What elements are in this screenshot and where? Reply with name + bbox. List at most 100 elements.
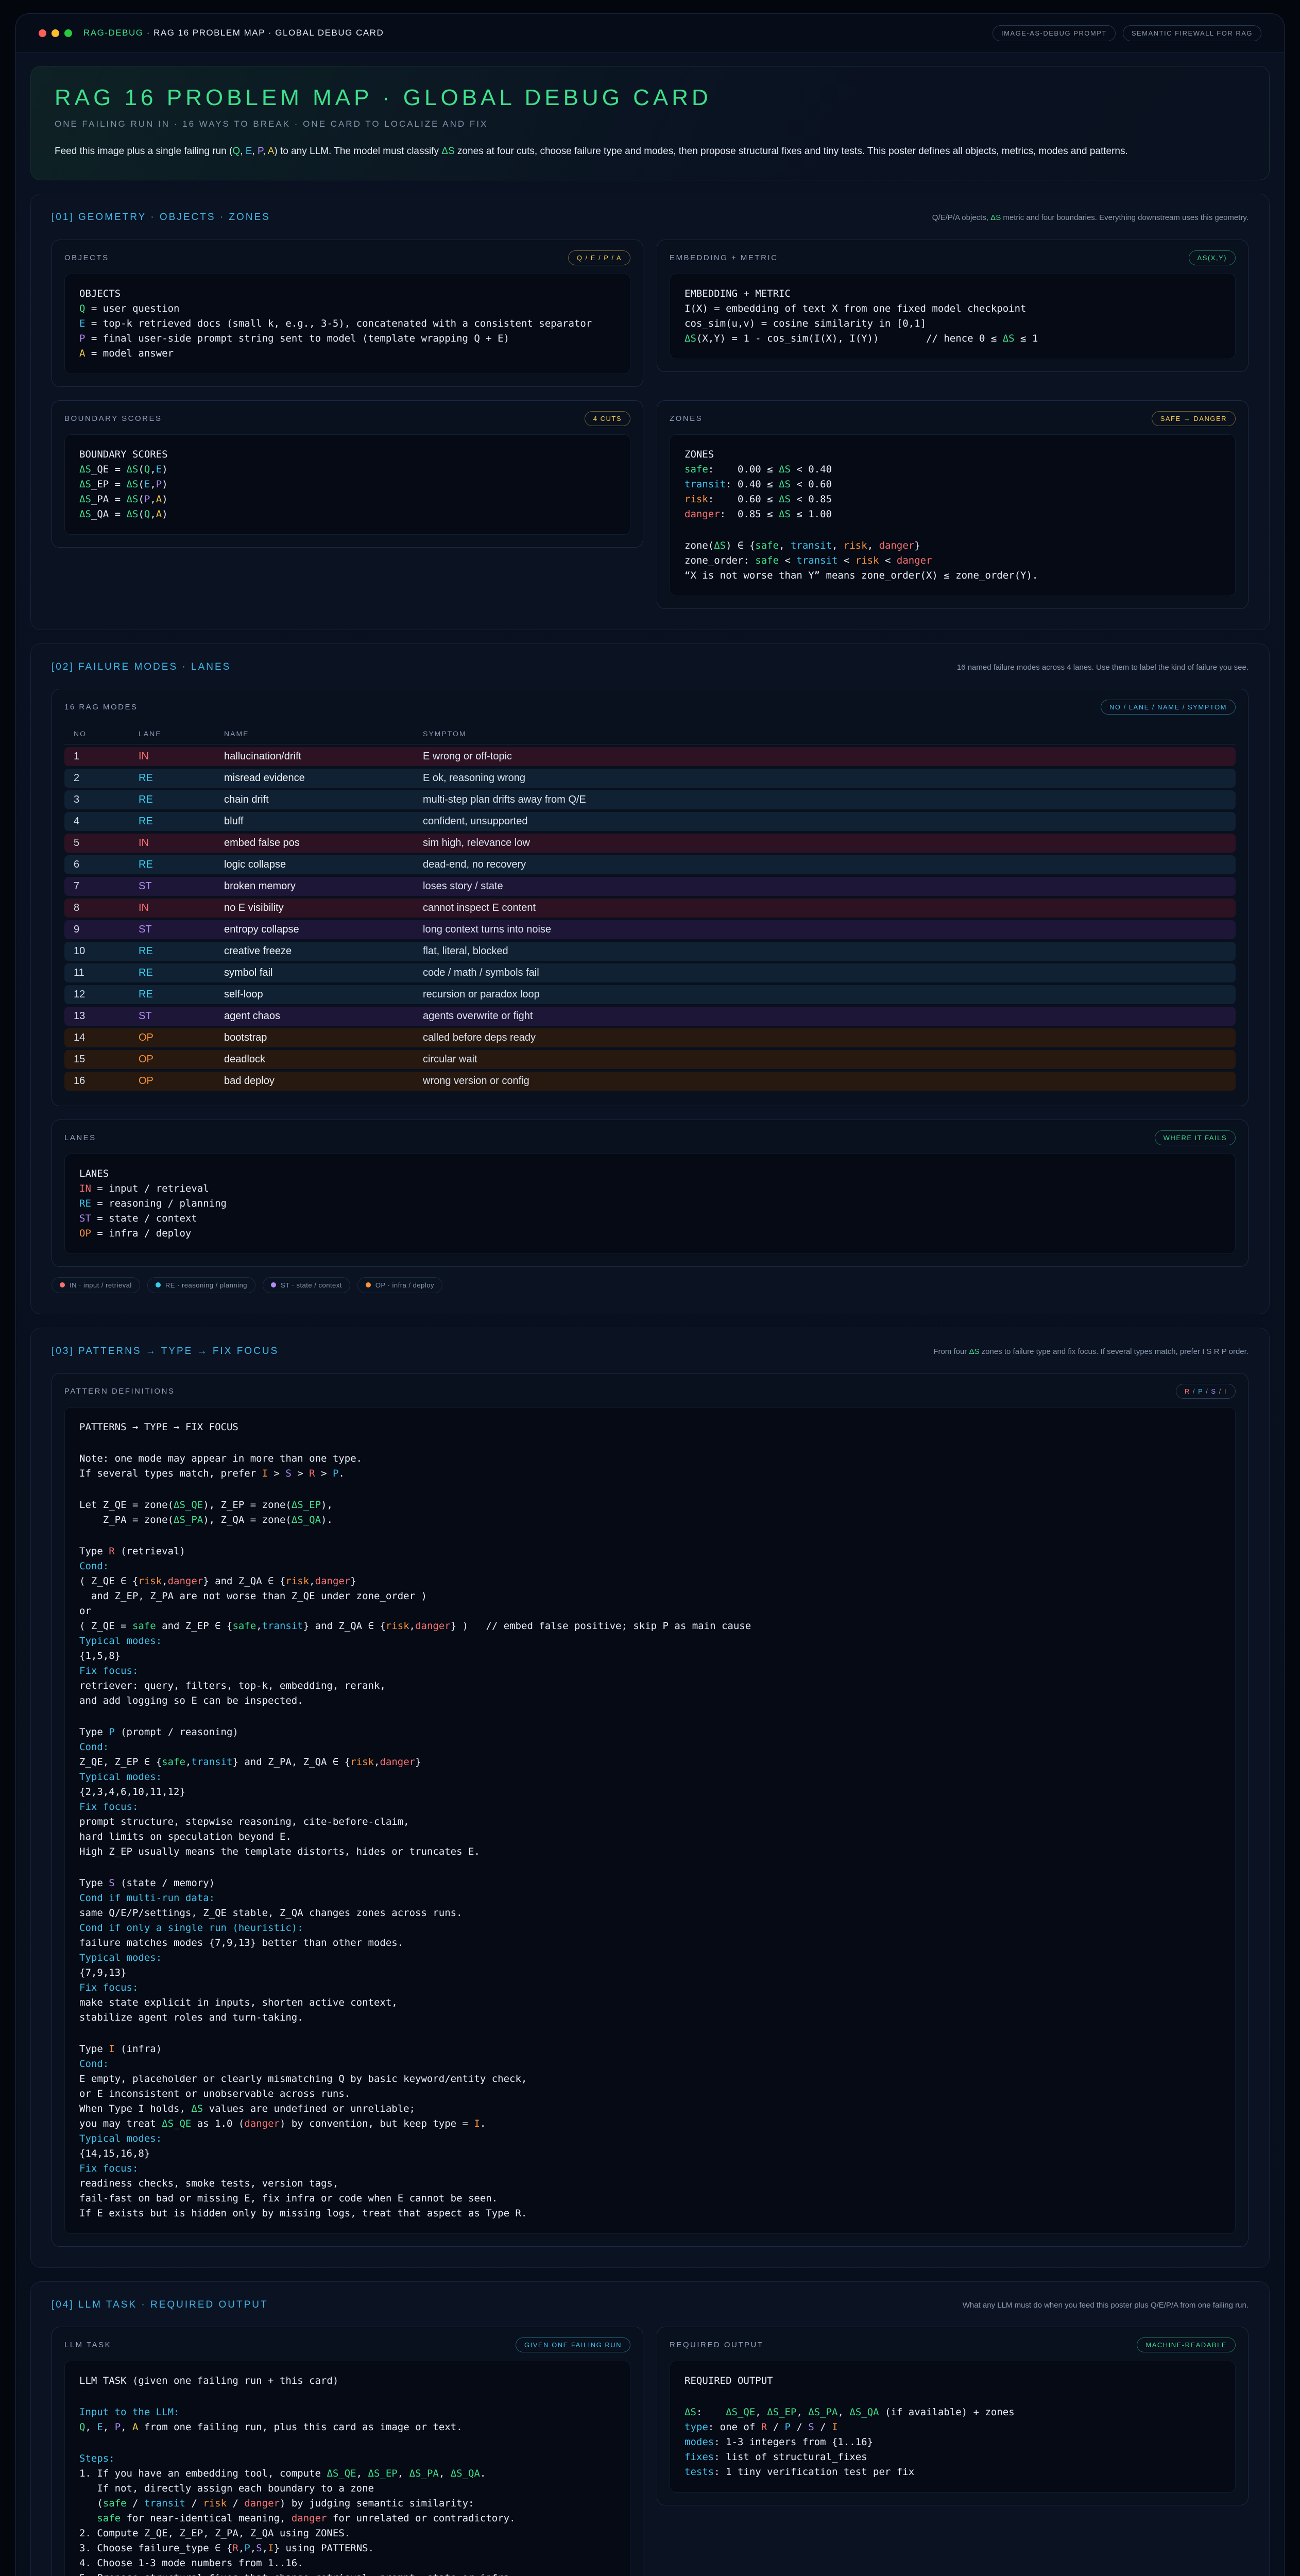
llm-task-pill: GIVEN ONE FAILING RUN [516,2337,630,2352]
code-line: Note: one mode may appear in more than o… [79,1451,1221,1466]
embedding-metric-panel: EMBEDDING + METRIC ΔS(X,Y) EMBEDDING + M… [657,240,1248,372]
mode-cell-sym: cannot inspect E content [414,899,1236,918]
mode-cell-lane: RE [129,963,215,982]
code-line: zone_order: safe < transit < risk < dang… [685,553,1221,568]
section-patterns: [03] PATTERNS → TYPE → FIX FOCUS From fo… [30,1328,1270,2268]
code-line: {7,9,13} [79,1965,1221,1980]
window-controls [39,29,72,37]
zones-code: ZONESsafe: 0.00 ≤ ΔS < 0.40transit: 0.40… [670,434,1236,596]
zones-label: ZONES [670,414,703,423]
code-line: {1,5,8} [79,1649,1221,1664]
code-line: LANES [79,1166,1221,1181]
code-line: REQUIRED OUTPUT [685,2374,1221,2388]
mode-cell-name: agent chaos [215,1007,414,1026]
code-line: ΔS_PA = ΔS(P,A) [79,492,615,507]
code-line: Typical modes: [79,1951,1221,1965]
objects-pill: Q / E / P / A [568,250,630,265]
mode-row: 9STentropy collapselong context turns in… [64,920,1236,939]
section-llm-task: [04] LLM TASK · REQUIRED OUTPUT What any… [30,2281,1270,2576]
mode-cell-name: creative freeze [215,942,414,961]
mode-cell-lane: RE [129,812,215,831]
llm-task-panel: LLM TASK GIVEN ONE FAILING RUN LLM TASK … [52,2327,643,2576]
mode-cell-lane: OP [129,1028,215,1047]
mode-cell-lane: OP [129,1050,215,1069]
section-heading-failure-modes: [02] FAILURE MODES · LANES [52,662,231,673]
mode-cell-sym: E ok, reasoning wrong [414,769,1236,788]
section-note-patterns: From four ΔS zones to failure type and f… [933,1346,1248,1358]
boundary-scores-code: BOUNDARY SCORESΔS_QE = ΔS(Q,E)ΔS_EP = ΔS… [64,434,630,535]
mode-row: 2REmisread evidenceE ok, reasoning wrong [64,769,1236,788]
code-line: Cond: [79,1559,1221,1574]
code-line: Typical modes: [79,2131,1221,2146]
llm-task-code: LLM TASK (given one failing run + this c… [64,2361,630,2576]
mode-cell-sym: dead-end, no recovery [414,855,1236,874]
section-heading-geometry: [01] GEOMETRY · OBJECTS · ZONES [52,212,270,223]
mode-cell-no: 15 [64,1050,129,1069]
objects-panel: OBJECTS Q / E / P / A OBJECTSQ = user qu… [52,240,643,387]
code-line: I(X) = embedding of text X from one fixe… [685,301,1221,316]
mode-cell-lane: ST [129,1007,215,1026]
code-line [79,1859,1221,1876]
mode-cell-lane: RE [129,790,215,809]
lane-dot-icon [366,1282,371,1287]
lane-legend-label: ST · state / context [281,1281,342,1289]
code-line: IN = input / retrieval [79,1181,1221,1196]
code-line: cos_sim(u,v) = cosine similarity in [0,1… [685,316,1221,331]
modes-column-header: LANE [129,725,215,744]
rag-modes-pill: NO / LANE / NAME / SYMPTOM [1101,700,1236,715]
code-line: Type R (retrieval) [79,1544,1221,1559]
code-line: ΔS_QE = ΔS(Q,E) [79,462,615,477]
code-line: zone(ΔS) ∈ {safe, transit, risk, danger} [685,538,1221,553]
section-heading-llm-task: [04] LLM TASK · REQUIRED OUTPUT [52,2299,268,2311]
mode-cell-name: logic collapse [215,855,414,874]
boundary-scores-panel: BOUNDARY SCORES 4 CUTS BOUNDARY SCORESΔS… [52,400,643,548]
code-line: safe: 0.00 ≤ ΔS < 0.40 [685,462,1221,477]
mode-cell-lane: RE [129,985,215,1004]
lanes-code: LANESIN = input / retrievalRE = reasonin… [64,1154,1236,1254]
section-note-failure-modes: 16 named failure modes across 4 lanes. U… [957,662,1248,673]
titlebar-pill[interactable]: IMAGE-AS-DEBUG PROMPT [993,25,1116,41]
section-failure-modes: [02] FAILURE MODES · LANES 16 named fail… [30,643,1270,1314]
mode-cell-sym: sim high, relevance low [414,834,1236,853]
code-line: you may treat ΔS_QE as 1.0 (danger) by c… [79,2116,1221,2131]
titlebar-pill[interactable]: SEMANTIC FIREWALL FOR RAG [1123,25,1261,41]
mode-row: 3REchain driftmulti-step plan drifts awa… [64,790,1236,809]
code-line: prompt structure, stepwise reasoning, ci… [79,1815,1221,1829]
mode-cell-lane: IN [129,747,215,766]
mode-cell-no: 8 [64,899,129,918]
mode-cell-lane: RE [129,769,215,788]
mode-cell-no: 11 [64,963,129,982]
code-line: E = top-k retrieved docs (small k, e.g.,… [79,316,615,331]
mode-cell-lane: IN [129,834,215,853]
modes-table: NOLANENAMESYMPTOM1INhallucination/driftE… [64,723,1236,1093]
app-window: RAG-DEBUG · RAG 16 PROBLEM MAP · GLOBAL … [15,13,1285,2576]
mode-cell-name: hallucination/drift [215,747,414,766]
minimize-window-icon[interactable] [52,29,59,37]
code-line: or [79,1604,1221,1619]
code-line: OBJECTS [79,286,615,301]
maximize-window-icon[interactable] [64,29,72,37]
code-line: Steps: [79,2451,615,2466]
code-line: Fix focus: [79,1664,1221,1679]
code-line: or E inconsistent or unobservable across… [79,2087,1221,2102]
code-line: ST = state / context [79,1211,1221,1226]
lane-legend-label: RE · reasoning / planning [165,1281,247,1289]
close-window-icon[interactable] [39,29,46,37]
code-line: ZONES [685,447,1221,462]
code-line: Type S (state / memory) [79,1876,1221,1891]
required-output-code: REQUIRED OUTPUTΔS: ΔS_QE, ΔS_EP, ΔS_PA, … [670,2361,1236,2493]
mode-row: 4REbluffconfident, unsupported [64,812,1236,831]
mode-cell-lane: OP [129,1072,215,1091]
mode-row: 16OPbad deploywrong version or config [64,1072,1236,1091]
mode-cell-sym: wrong version or config [414,1072,1236,1091]
mode-cell-lane: IN [129,899,215,918]
mode-row: 15OPdeadlockcircular wait [64,1050,1236,1069]
section-note-geometry: Q/E/P/A objects, ΔS metric and four boun… [932,212,1248,224]
required-output-pill: MACHINE-READABLE [1137,2337,1236,2352]
code-line: fail-fast on bad or missing E, fix infra… [79,2191,1221,2206]
code-line: Type P (prompt / reasoning) [79,1725,1221,1740]
code-line: readiness checks, smoke tests, version t… [79,2176,1221,2191]
code-line: Typical modes: [79,1770,1221,1785]
zones-pill: SAFE → DANGER [1152,411,1236,426]
rag-modes-panel: 16 RAG MODES NO / LANE / NAME / SYMPTOM … [52,689,1248,1106]
